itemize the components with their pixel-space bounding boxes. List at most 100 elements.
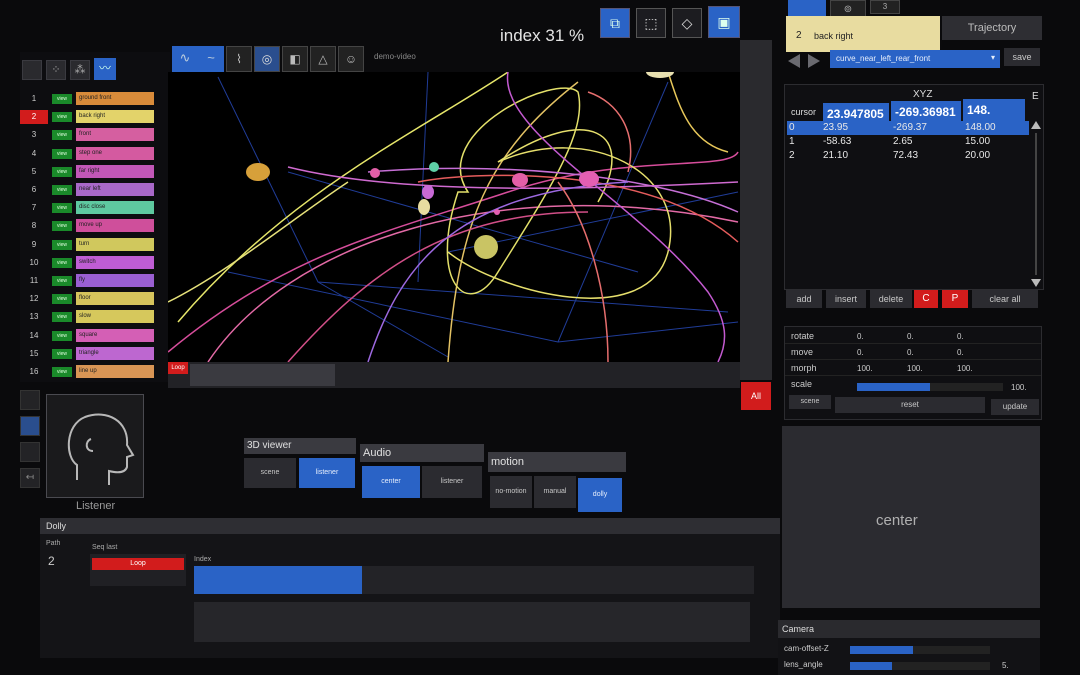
update-button[interactable]: update — [991, 399, 1039, 415]
source-name[interactable]: ground front — [76, 92, 154, 105]
c-button[interactable]: C — [914, 290, 938, 308]
source-view-button[interactable]: view — [52, 94, 72, 104]
source-name[interactable]: back right — [76, 110, 154, 124]
cube-view-icon[interactable]: ⬚ — [636, 8, 666, 38]
path-view-icon[interactable]: ⌇ — [226, 46, 252, 72]
source-name[interactable]: line up — [76, 365, 154, 378]
transform-value[interactable]: 0. — [857, 332, 864, 341]
source-view-button[interactable]: view — [52, 348, 72, 359]
all-button[interactable]: All — [741, 382, 771, 410]
source-name[interactable]: disc close — [76, 201, 154, 215]
scene-viewport[interactable] — [168, 72, 740, 362]
cone-icon[interactable]: △ — [310, 46, 336, 72]
source-view-button[interactable]: view — [52, 312, 72, 323]
next-arrow-icon[interactable] — [808, 54, 820, 68]
viewer-scrollbar[interactable] — [740, 40, 772, 380]
source-name[interactable]: square — [76, 328, 154, 342]
head-icon[interactable]: ☺ — [338, 46, 364, 72]
viewer-listener-button[interactable]: listener — [299, 458, 355, 488]
audio-listener-button[interactable]: listener — [422, 466, 482, 498]
p-button[interactable]: P — [942, 290, 968, 308]
track-selector[interactable]: 2 back right — [786, 16, 940, 52]
target-view-icon[interactable]: ◎ — [254, 46, 280, 72]
table-row[interactable]: 2 21.10 72.43 20.00 — [787, 149, 1029, 163]
source-row[interactable]: 10 view switch — [20, 255, 170, 272]
curve-view-icon[interactable]: ∿ — [172, 46, 198, 72]
transform-value[interactable]: 0. — [857, 348, 864, 357]
table-row[interactable]: 0 23.95 -269.37 148.00 — [787, 121, 1029, 135]
tool-dots-icon[interactable]: ⁘ — [46, 60, 66, 80]
source-row[interactable]: 15 view triangle — [20, 346, 170, 363]
transform-value[interactable]: 100. — [857, 364, 873, 373]
source-name[interactable]: near left — [76, 183, 154, 196]
speaker-icon[interactable]: ◧ — [282, 46, 308, 72]
source-view-button[interactable]: view — [52, 257, 72, 268]
source-view-button[interactable]: view — [52, 330, 72, 341]
save-button[interactable]: save — [1004, 48, 1040, 66]
source-view-button[interactable]: view — [52, 166, 72, 177]
wave-view-icon[interactable]: ~ — [198, 46, 224, 72]
reset-button[interactable]: reset — [835, 397, 985, 413]
loop-button[interactable]: Loop — [168, 362, 188, 374]
box-icon[interactable] — [20, 442, 40, 462]
source-row[interactable]: 3 view front — [20, 128, 170, 144]
source-name[interactable]: triangle — [76, 346, 154, 360]
source-view-button[interactable]: view — [52, 112, 72, 123]
source-name[interactable]: switch — [76, 255, 154, 269]
clear-all-button[interactable]: clear all — [972, 290, 1038, 308]
cursor-y[interactable]: -269.36981 — [891, 101, 961, 123]
insert-button[interactable]: insert — [826, 290, 866, 308]
transform-value[interactable]: 100. — [907, 364, 923, 373]
dolly-path-value[interactable]: 2 — [48, 554, 55, 568]
center-pad[interactable]: center — [782, 426, 1040, 608]
motion-no-motion-button[interactable]: no-motion — [490, 476, 532, 508]
tool-scatter-icon[interactable]: ⁂ — [70, 60, 90, 80]
source-row[interactable]: 11 view fly — [20, 274, 170, 290]
tab-number[interactable]: 3 — [870, 0, 900, 14]
audio-center-button[interactable]: center — [362, 466, 420, 498]
transform-value[interactable]: 0. — [907, 332, 914, 341]
wire-cube-icon[interactable]: ◇ — [672, 8, 702, 38]
top-view-icon[interactable]: ▣ — [708, 6, 740, 38]
trajectory-tab[interactable]: Trajectory — [942, 16, 1042, 40]
source-row[interactable]: 5 view far right — [20, 164, 170, 181]
listener-box[interactable] — [46, 394, 144, 498]
cursor-z[interactable]: 148. — [963, 99, 1025, 121]
source-row[interactable]: 1 view ground front — [20, 92, 170, 108]
viewer-scene-button[interactable]: scene — [244, 458, 296, 488]
source-row[interactable]: 13 view slow — [20, 310, 170, 326]
source-name[interactable]: fly — [76, 274, 154, 287]
source-name[interactable]: turn — [76, 237, 154, 251]
curve-select[interactable]: curve_near_left_rear_front ▾ — [830, 50, 1000, 68]
source-name[interactable]: move up — [76, 219, 154, 233]
camera-slider[interactable] — [850, 662, 990, 670]
arrow-icon[interactable]: ↤ — [20, 468, 40, 488]
dolly-seq-button[interactable]: Loop — [92, 558, 184, 570]
scroll-up-icon[interactable] — [1031, 121, 1041, 129]
scene-button[interactable]: scene — [789, 395, 831, 409]
source-row[interactable]: 16 view line up — [20, 365, 170, 381]
source-row[interactable]: 2 view back right — [20, 110, 170, 126]
source-view-button[interactable]: view — [52, 185, 72, 195]
camera-slider[interactable] — [850, 646, 990, 654]
source-view-button[interactable]: view — [52, 294, 72, 305]
motion-manual-button[interactable]: manual — [534, 476, 576, 508]
source-row[interactable]: 14 view square — [20, 328, 170, 345]
add-button[interactable]: add — [786, 290, 822, 308]
source-name[interactable]: slow — [76, 310, 154, 324]
source-row[interactable]: 4 view step one — [20, 146, 170, 163]
scale-slider[interactable] — [857, 383, 1003, 391]
source-view-button[interactable]: view — [52, 130, 72, 141]
transform-value[interactable]: 0. — [957, 332, 964, 341]
source-name[interactable]: front — [76, 128, 154, 142]
timeline-bar[interactable]: Loop — [168, 362, 740, 388]
dolly-index-slider[interactable] — [194, 566, 754, 594]
source-row[interactable]: 7 view disc close — [20, 201, 170, 217]
source-name[interactable]: step one — [76, 146, 154, 160]
transform-value[interactable]: 0. — [907, 348, 914, 357]
tool-curve-icon[interactable]: 〰 — [94, 58, 116, 80]
transform-value[interactable]: 0. — [957, 348, 964, 357]
source-view-button[interactable]: view — [52, 221, 72, 232]
source-row[interactable]: 12 view floor — [20, 292, 170, 308]
target-icon[interactable] — [20, 416, 40, 436]
